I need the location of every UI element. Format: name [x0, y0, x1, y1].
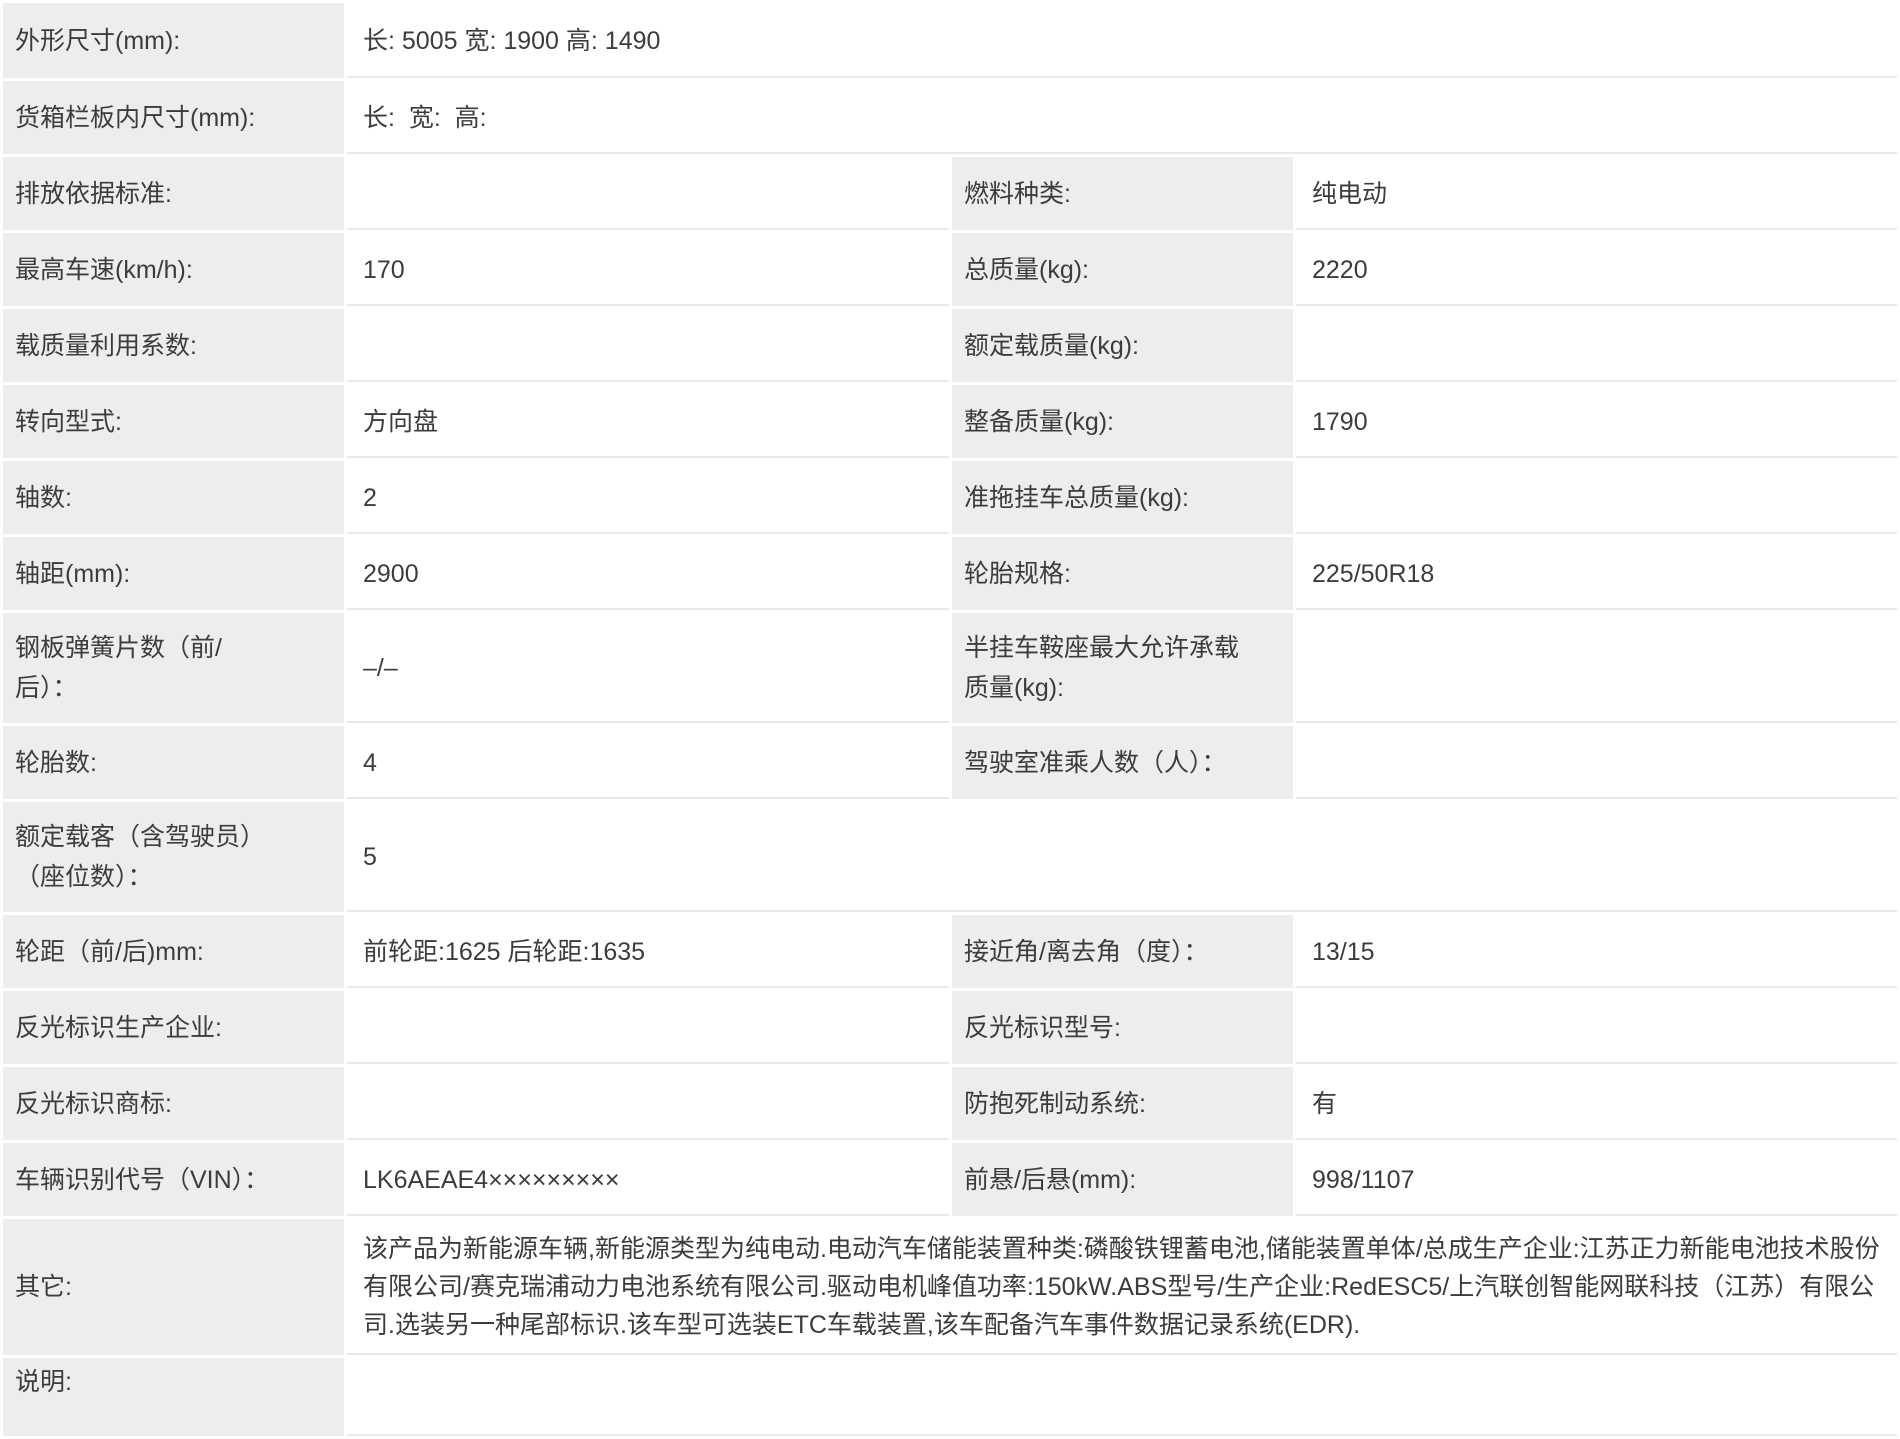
spec-value-cell: 2900: [347, 537, 949, 610]
spec-value-cell: 纯电动: [1296, 157, 1897, 230]
spec-label-cell: 额定载质量(kg):: [952, 309, 1293, 382]
spec-value-cell: 4: [347, 726, 949, 799]
table-row: 其它:该产品为新能源车辆,新能源类型为纯电动.电动汽车储能装置种类:磷酸铁锂蓄电…: [3, 1219, 1897, 1355]
spec-label-cell: 防抱死制动系统:: [952, 1067, 1293, 1140]
spec-value-cell: 998/1107: [1296, 1143, 1897, 1216]
spec-label-cell: 半挂车鞍座最大允许承载 质量(kg):: [952, 613, 1293, 723]
spec-label-cell: 燃料种类:: [952, 157, 1293, 230]
spec-value-cell: 2220: [1296, 233, 1897, 306]
spec-label-cell: 钢板弹簧片数（前/ 后）：: [3, 613, 344, 723]
table-row: 反光标识生产企业: 反光标识型号:: [3, 991, 1897, 1064]
table-row: 车辆识别代号（VIN）：LK6AEAE4×××××××××前悬/后悬(mm):9…: [3, 1143, 1897, 1216]
spec-value-cell: [347, 991, 949, 1064]
spec-label-cell: 轮胎数:: [3, 726, 344, 799]
spec-label-cell: 反光标识商标:: [3, 1067, 344, 1140]
spec-value-cell: 长: 5005 宽: 1900 高: 1490: [347, 3, 1897, 78]
spec-label-cell: 接近角/离去角（度）：: [952, 915, 1293, 988]
table-row: 转向型式:方向盘整备质量(kg):1790: [3, 385, 1897, 458]
spec-value-cell: 方向盘: [347, 385, 949, 458]
table-row: 排放依据标准: 燃料种类:纯电动: [3, 157, 1897, 230]
table-row: 外形尺寸(mm):长: 5005 宽: 1900 高: 1490: [3, 3, 1897, 78]
table-row: 货箱栏板内尺寸(mm):长: 宽: 高:: [3, 81, 1897, 154]
spec-label-cell: 轴数:: [3, 461, 344, 534]
table-row: 说明:: [3, 1358, 1897, 1436]
spec-label-cell: 额定载客（含驾驶员） （座位数）：: [3, 802, 344, 912]
spec-label-cell: 反光标识型号:: [952, 991, 1293, 1064]
spec-value-cell: 有: [1296, 1067, 1897, 1140]
spec-label-cell: 外形尺寸(mm):: [3, 3, 344, 78]
spec-label-cell: 其它:: [3, 1219, 344, 1355]
spec-value-cell: 1790: [1296, 385, 1897, 458]
table-row: 最高车速(km/h):170总质量(kg):2220: [3, 233, 1897, 306]
spec-label-cell: 轴距(mm):: [3, 537, 344, 610]
spec-label-cell: 轮距（前/后)mm:: [3, 915, 344, 988]
spec-label-cell: 驾驶室准乘人数（人）：: [952, 726, 1293, 799]
table-row: 轴距(mm):2900轮胎规格:225/50R18: [3, 537, 1897, 610]
spec-label-cell: 说明:: [3, 1358, 344, 1436]
spec-label-cell: 排放依据标准:: [3, 157, 344, 230]
spec-value-cell: –/–: [347, 613, 949, 723]
vehicle-spec-table: 外形尺寸(mm):长: 5005 宽: 1900 高: 1490货箱栏板内尺寸(…: [0, 0, 1900, 1439]
spec-value-cell: 该产品为新能源车辆,新能源类型为纯电动.电动汽车储能装置种类:磷酸铁锂蓄电池,储…: [347, 1219, 1897, 1355]
table-row: 额定载客（含驾驶员） （座位数）：5: [3, 802, 1897, 912]
table-row: 反光标识商标: 防抱死制动系统:有: [3, 1067, 1897, 1140]
spec-value-cell: [1296, 461, 1897, 534]
table-row: 轮胎数:4驾驶室准乘人数（人）：: [3, 726, 1897, 799]
table-row: 轮距（前/后)mm:前轮距:1625 后轮距:1635接近角/离去角（度）：13…: [3, 915, 1897, 988]
spec-label-cell: 反光标识生产企业:: [3, 991, 344, 1064]
spec-value-cell: 长: 宽: 高:: [347, 81, 1897, 154]
spec-label-cell: 总质量(kg):: [952, 233, 1293, 306]
spec-label-cell: 整备质量(kg):: [952, 385, 1293, 458]
spec-label-cell: 载质量利用系数:: [3, 309, 344, 382]
spec-value-cell: [347, 309, 949, 382]
spec-value-cell: [1296, 991, 1897, 1064]
spec-table-body: 外形尺寸(mm):长: 5005 宽: 1900 高: 1490货箱栏板内尺寸(…: [3, 3, 1897, 1436]
table-row: 轴数:2准拖挂车总质量(kg):: [3, 461, 1897, 534]
spec-value-cell: [347, 1067, 949, 1140]
spec-label-cell: 车辆识别代号（VIN）：: [3, 1143, 344, 1216]
spec-value-cell: [1296, 309, 1897, 382]
spec-label-cell: 转向型式:: [3, 385, 344, 458]
spec-value-cell: 5: [347, 802, 1897, 912]
spec-label-cell: 轮胎规格:: [952, 537, 1293, 610]
spec-value-cell: 225/50R18: [1296, 537, 1897, 610]
spec-value-cell: 170: [347, 233, 949, 306]
spec-value-cell: 2: [347, 461, 949, 534]
spec-value-cell: 13/15: [1296, 915, 1897, 988]
table-row: 载质量利用系数: 额定载质量(kg):: [3, 309, 1897, 382]
spec-value-cell: [1296, 613, 1897, 723]
spec-label-cell: 前悬/后悬(mm):: [952, 1143, 1293, 1216]
spec-value-cell: 前轮距:1625 后轮距:1635: [347, 915, 949, 988]
spec-value-cell: [347, 1358, 1897, 1436]
table-row: 钢板弹簧片数（前/ 后）：–/–半挂车鞍座最大允许承载 质量(kg):: [3, 613, 1897, 723]
spec-value-cell: LK6AEAE4×××××××××: [347, 1143, 949, 1216]
spec-value-cell: [347, 157, 949, 230]
spec-value-cell: [1296, 726, 1897, 799]
spec-label-cell: 货箱栏板内尺寸(mm):: [3, 81, 344, 154]
spec-label-cell: 准拖挂车总质量(kg):: [952, 461, 1293, 534]
spec-label-cell: 最高车速(km/h):: [3, 233, 344, 306]
